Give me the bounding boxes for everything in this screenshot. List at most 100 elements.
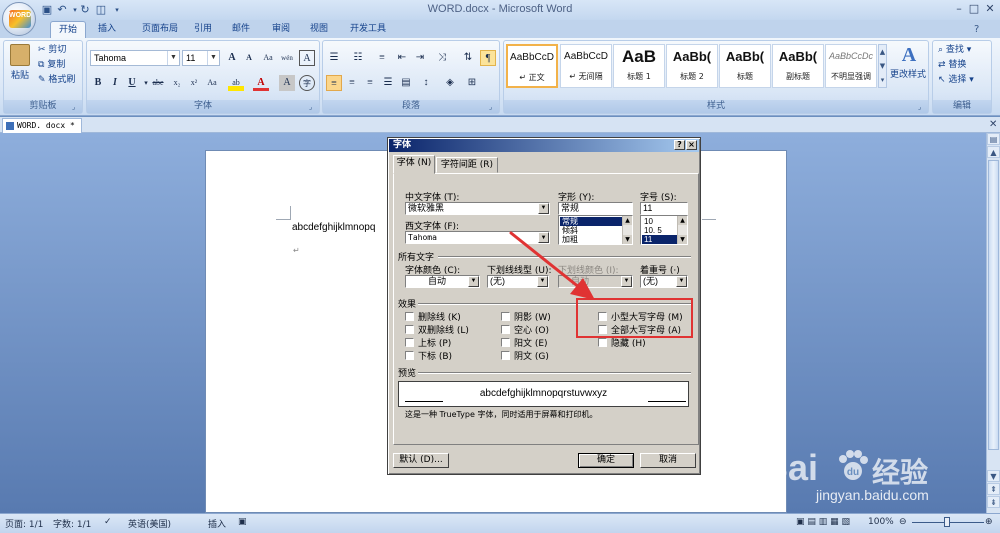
- close-window-icon[interactable]: ✕: [983, 2, 997, 16]
- style-subtitle[interactable]: AaBb(副标题: [772, 44, 824, 88]
- tab-review[interactable]: 审阅: [266, 21, 296, 38]
- scroll-down-icon[interactable]: ▼: [987, 470, 1000, 482]
- increase-indent-icon[interactable]: ⇥: [412, 50, 428, 66]
- tab-references[interactable]: 引用: [188, 21, 218, 38]
- superscript-label[interactable]: 上标 (P): [418, 336, 451, 349]
- italic-button[interactable]: I: [107, 75, 123, 91]
- tab-font[interactable]: 字体 (N): [393, 155, 435, 174]
- tab-character-spacing[interactable]: 字符间距 (R): [436, 157, 498, 173]
- style-heading-1[interactable]: AaB 标题 1: [613, 44, 665, 88]
- maximize-icon[interactable]: □: [967, 2, 981, 16]
- character-shading-button[interactable]: A: [279, 75, 295, 91]
- dialog-close-button[interactable]: ×: [686, 140, 697, 150]
- next-page-icon[interactable]: ⇟: [987, 496, 1000, 508]
- proofing-icon[interactable]: ✓: [104, 517, 112, 527]
- engrave-checkbox[interactable]: [501, 351, 510, 360]
- bullets-icon[interactable]: ☰: [326, 50, 342, 66]
- chevron-down-icon[interactable]: ▼: [167, 51, 179, 65]
- show-marks-icon[interactable]: ¶: [480, 50, 496, 66]
- previous-page-icon[interactable]: ⇞: [987, 483, 1000, 495]
- chevron-down-icon[interactable]: ▼: [538, 232, 549, 243]
- justify-icon[interactable]: ☰: [380, 75, 396, 91]
- list-item[interactable]: 10. 5: [642, 226, 678, 235]
- help-icon[interactable]: ?: [974, 24, 979, 35]
- strikethrough-button[interactable]: abe: [150, 75, 166, 91]
- scroll-down-icon[interactable]: ▼: [623, 235, 632, 244]
- view-buttons[interactable]: ▣ ▤ ▥ ▦ ▧: [796, 517, 850, 527]
- list-item[interactable]: 倾斜: [560, 226, 623, 235]
- cn-font-combo[interactable]: 微软雅黑 ▼: [405, 202, 550, 215]
- document-tab[interactable]: WORD. docx *: [2, 118, 82, 133]
- dialog-help-button[interactable]: ?: [674, 140, 685, 150]
- bold-button[interactable]: B: [90, 75, 106, 91]
- borders-icon[interactable]: ⊞: [464, 75, 480, 91]
- align-left-icon[interactable]: ≡: [326, 75, 342, 91]
- language-status[interactable]: 英语(美国): [128, 517, 171, 530]
- font-dialog-launcher-icon[interactable]: ⌟: [309, 103, 317, 111]
- paste-button[interactable]: 粘贴: [11, 69, 29, 84]
- find-button[interactable]: ⌕ 查找 ▾: [938, 43, 971, 58]
- list-item[interactable]: 常规: [560, 217, 623, 226]
- underline-style-combo[interactable]: (无) ▼: [487, 275, 549, 288]
- ruler-toggle-icon[interactable]: ▤: [987, 133, 1000, 145]
- font-size-combo[interactable]: 11 ▼: [182, 50, 220, 66]
- page-count[interactable]: 页面: 1/1: [5, 517, 43, 530]
- chevron-down-icon[interactable]: ▼: [207, 51, 219, 65]
- word-count[interactable]: 字数: 1/1: [53, 517, 91, 530]
- styles-launcher-icon[interactable]: ⌟: [918, 103, 926, 111]
- style-no-spacing[interactable]: AaBbCcD ↵ 无间隔: [560, 44, 612, 88]
- numbering-icon[interactable]: ☷: [350, 50, 366, 66]
- format-painter-button[interactable]: ✎ 格式刷: [38, 73, 75, 88]
- change-case-button[interactable]: Aa: [204, 75, 220, 91]
- scroll-up-icon[interactable]: ▲: [678, 216, 687, 225]
- font-size-list[interactable]: 10 10. 5 11 ▲ ▼: [640, 215, 688, 245]
- chevron-down-icon[interactable]: ▼: [468, 276, 479, 287]
- tab-mailings[interactable]: 邮件: [226, 21, 256, 38]
- shadow-checkbox[interactable]: [501, 312, 510, 321]
- line-spacing-icon[interactable]: ↕: [418, 75, 434, 91]
- styles-scroll-icon[interactable]: ▲ ▼ ▾: [878, 44, 887, 88]
- distributed-icon[interactable]: ▤: [398, 75, 414, 91]
- list-scrollbar[interactable]: ▲ ▼: [622, 216, 632, 244]
- cut-button[interactable]: ✂ 剪切: [38, 43, 66, 58]
- multilevel-list-icon[interactable]: ≡: [374, 50, 390, 66]
- minimize-icon[interactable]: –: [952, 2, 966, 16]
- superscript-checkbox[interactable]: [405, 338, 414, 347]
- chevron-down-icon[interactable]: ▼: [537, 276, 548, 287]
- cancel-button[interactable]: 取消: [640, 453, 696, 468]
- list-item[interactable]: 10: [642, 217, 678, 226]
- tab-developer[interactable]: 开发工具: [344, 21, 392, 38]
- shadow-label[interactable]: 阴影 (W): [514, 310, 551, 323]
- zoom-in-icon[interactable]: ⊕: [985, 517, 993, 527]
- replace-button[interactable]: ⇄ 替换: [938, 58, 966, 73]
- zoom-slider-thumb[interactable]: [944, 517, 950, 527]
- shrink-font-button[interactable]: A: [241, 50, 257, 66]
- font-name-combo[interactable]: Tahoma ▼: [90, 50, 180, 66]
- chinese-layout-icon[interactable]: ⤨: [434, 50, 450, 66]
- scroll-thumb[interactable]: [988, 160, 999, 450]
- subscript-label[interactable]: 下标 (B): [418, 349, 452, 362]
- font-style-input[interactable]: 常规: [558, 202, 633, 215]
- copy-button[interactable]: ⧉ 复制: [38, 58, 65, 73]
- align-right-icon[interactable]: ≡: [362, 75, 378, 91]
- character-border-button[interactable]: A: [299, 50, 315, 66]
- scroll-down-icon[interactable]: ▼: [678, 235, 687, 244]
- tab-view[interactable]: 视图: [304, 21, 334, 38]
- list-item[interactable]: 11: [642, 235, 678, 244]
- default-button[interactable]: 默认 (D)...: [393, 453, 449, 468]
- paragraph-launcher-icon[interactable]: ⌟: [489, 103, 497, 111]
- double-strike-checkbox[interactable]: [405, 325, 414, 334]
- chevron-down-icon[interactable]: ▼: [676, 276, 687, 287]
- emboss-label[interactable]: 阳文 (E): [514, 336, 548, 349]
- style-heading-2[interactable]: AaBb(标题 2: [666, 44, 718, 88]
- close-document-icon[interactable]: ✕: [989, 119, 997, 130]
- scroll-up-icon[interactable]: ▲: [623, 216, 632, 225]
- scroll-up-icon[interactable]: ▲: [987, 146, 1000, 158]
- phonetic-guide-button[interactable]: wén: [279, 50, 295, 66]
- style-title[interactable]: AaBb(标题: [719, 44, 771, 88]
- tab-home[interactable]: 开始: [50, 21, 86, 38]
- latin-font-combo[interactable]: Tahoma ▼: [405, 231, 550, 244]
- hidden-checkbox[interactable]: [598, 338, 607, 347]
- subscript-checkbox[interactable]: [405, 351, 414, 360]
- clear-formatting-button[interactable]: Aa: [260, 50, 276, 66]
